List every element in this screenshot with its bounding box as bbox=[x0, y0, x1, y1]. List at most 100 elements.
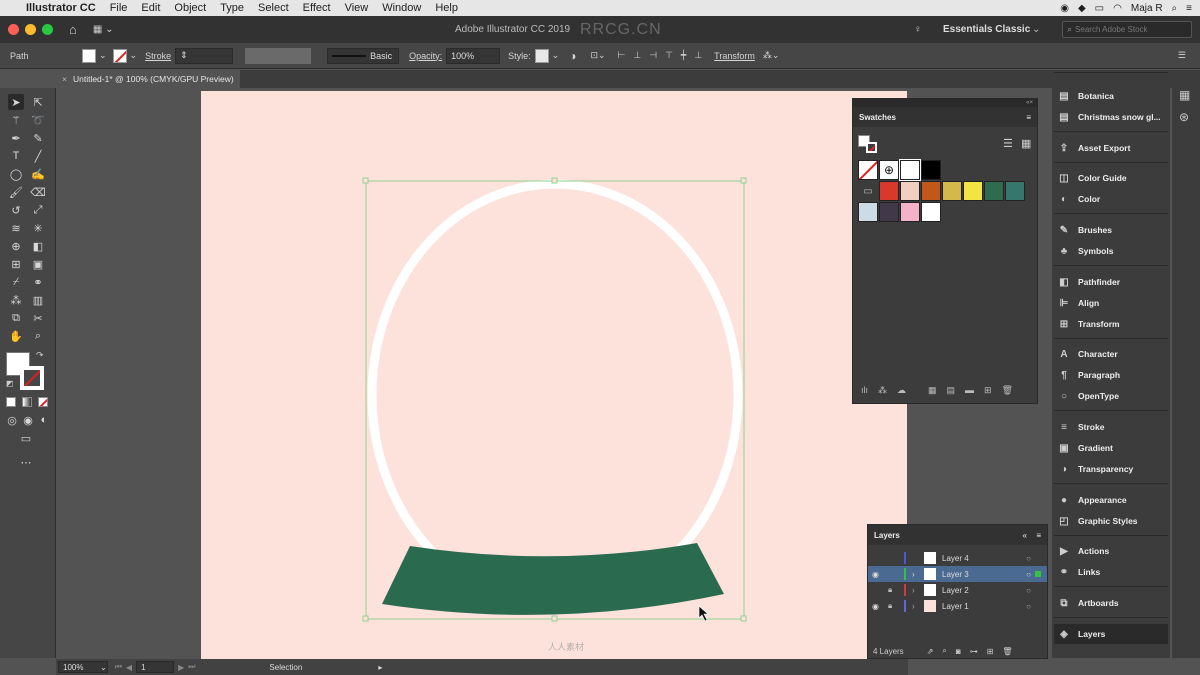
swatch-options-icon[interactable]: ▤ bbox=[947, 385, 956, 396]
first-artboard-icon[interactable]: ⏮ bbox=[115, 662, 122, 672]
layer-row[interactable]: ◉ › Layer 3 ○ bbox=[868, 566, 1047, 582]
layers-menu-icon[interactable]: ≡ bbox=[1036, 531, 1041, 540]
snow-globe-base[interactable] bbox=[382, 543, 724, 615]
grid-view-icon[interactable]: ▦ bbox=[1021, 137, 1031, 150]
show-swatch-kinds-icon[interactable]: ▦ bbox=[928, 385, 937, 396]
lock-icon[interactable]: 🔒︎ bbox=[888, 601, 904, 611]
dock-transparency[interactable]: ◑ Transparency bbox=[1054, 459, 1168, 479]
dock-transform[interactable]: ⊞ Transform bbox=[1054, 314, 1168, 334]
eye-icon[interactable]: ◉ bbox=[872, 602, 888, 611]
dock-artboards[interactable]: ⧉ Artboards bbox=[1054, 593, 1168, 613]
dock-christmas-snow-globe[interactable]: ▤ Christmas snow gl... bbox=[1054, 107, 1168, 127]
eye-icon[interactable]: ◉ bbox=[872, 570, 888, 579]
new-layer-icon[interactable]: ⊞ bbox=[987, 647, 994, 656]
dock-item-label: Actions bbox=[1078, 546, 1110, 556]
new-swatch-icon[interactable]: ⊞ bbox=[984, 385, 992, 396]
clipping-mask-icon[interactable]: ◙ bbox=[956, 647, 961, 656]
swatch-color-9[interactable] bbox=[879, 202, 899, 222]
prev-artboard-icon[interactable]: ◀ bbox=[126, 663, 132, 672]
layer-name[interactable]: Layer 2 bbox=[942, 586, 969, 595]
dock-brushes[interactable]: ✎ Brushes bbox=[1054, 220, 1168, 240]
dock-gradient[interactable]: ▣ Gradient bbox=[1054, 438, 1168, 458]
layers-tab[interactable]: Layers « ≡ bbox=[868, 525, 1047, 545]
swatches-stroke-indicator[interactable] bbox=[866, 142, 877, 153]
layer-name[interactable]: Layer 3 bbox=[942, 570, 969, 579]
dock-actions[interactable]: ▶ Actions bbox=[1054, 541, 1168, 561]
status-menu-icon[interactable]: ▸ bbox=[378, 663, 382, 672]
dock-symbols[interactable]: ♣ Symbols bbox=[1054, 241, 1168, 261]
footer-watermark: 人人素材 bbox=[548, 642, 585, 652]
swatches-tab[interactable]: Swatches ≡ bbox=[853, 107, 1037, 127]
snow-globe-outline[interactable] bbox=[367, 179, 743, 611]
layers-title: Layers bbox=[874, 530, 900, 540]
artboard-number-field[interactable]: 1 bbox=[136, 661, 175, 673]
layer-expand-icon[interactable]: › bbox=[912, 602, 924, 611]
dock-layers[interactable]: ◈ Layers bbox=[1054, 624, 1168, 644]
swatches-panel-grip[interactable]: «× bbox=[853, 99, 1037, 107]
layer-row[interactable]: ◉ 🔒︎ › Layer 1 ○ bbox=[868, 598, 1047, 614]
dock-appearance[interactable]: ● Appearance bbox=[1054, 490, 1168, 510]
swatch-folder-icon[interactable]: ▭ bbox=[858, 181, 878, 201]
target-icon[interactable]: ○ bbox=[1026, 570, 1031, 579]
next-artboard-icon[interactable]: ▶ bbox=[178, 663, 184, 672]
dock-asset-export[interactable]: ⇪ Asset Export bbox=[1054, 138, 1168, 158]
target-icon[interactable]: ○ bbox=[1026, 586, 1031, 595]
swatch-none[interactable] bbox=[858, 160, 878, 180]
swatch-color-5[interactable] bbox=[963, 181, 983, 201]
swatch-registration[interactable]: ⊕ bbox=[879, 160, 899, 180]
swatch-color-3[interactable] bbox=[921, 181, 941, 201]
layer-row[interactable]: 🔒︎ › Layer 2 ○ bbox=[868, 582, 1047, 598]
export-icon[interactable]: ⇗ bbox=[927, 647, 934, 656]
layer-row[interactable]: Layer 4 ○ bbox=[868, 550, 1047, 566]
dock-color-guide[interactable]: ◫ Color Guide bbox=[1054, 168, 1168, 188]
zoom-chevron-icon[interactable]: ⌄ bbox=[100, 663, 107, 672]
swatch-color-4[interactable] bbox=[942, 181, 962, 201]
swatch-color-10[interactable] bbox=[900, 202, 920, 222]
layers-footer: 4 Layers ⇗ ⌕ ◙ ⊶ ⊞ 🗑 bbox=[868, 644, 1047, 658]
layer-color-bar bbox=[904, 600, 906, 612]
new-color-group-icon[interactable]: ▬ bbox=[965, 385, 974, 395]
swatch-kind-icon[interactable]: ⁂ bbox=[878, 385, 887, 396]
dock-graphic-styles[interactable]: ◰ Graphic Styles bbox=[1054, 511, 1168, 531]
dock-align[interactable]: ⊫ Align bbox=[1054, 293, 1168, 313]
list-view-icon[interactable]: ☰ bbox=[1003, 137, 1013, 150]
layer-name[interactable]: Layer 1 bbox=[942, 602, 969, 611]
swatch-black[interactable] bbox=[921, 160, 941, 180]
last-artboard-icon[interactable]: ⏭ bbox=[188, 662, 195, 672]
dock-color[interactable]: ◐ Color bbox=[1054, 189, 1168, 209]
dock-character[interactable]: A Character bbox=[1054, 344, 1168, 364]
dock-stroke[interactable]: ≡ Stroke bbox=[1054, 417, 1168, 437]
layer-name[interactable]: Layer 4 bbox=[942, 554, 969, 563]
dock-pathfinder[interactable]: ◧ Pathfinder bbox=[1054, 272, 1168, 292]
swatch-color-8[interactable] bbox=[858, 202, 878, 222]
layers-collapse-icon[interactable]: « bbox=[1023, 531, 1027, 540]
layer-expand-icon[interactable]: › bbox=[912, 570, 924, 579]
swatches-menu-icon[interactable]: ≡ bbox=[1026, 113, 1031, 122]
open-theme-icon[interactable]: ☁ bbox=[897, 385, 906, 396]
swatch-libraries-icon[interactable]: ılı bbox=[861, 385, 868, 395]
locate-object-icon[interactable]: ⌕ bbox=[942, 646, 946, 656]
current-tool-label[interactable]: Selection bbox=[269, 663, 302, 672]
dock-item-label: Transform bbox=[1078, 319, 1120, 329]
delete-swatch-icon[interactable]: 🗑 bbox=[1002, 385, 1013, 396]
target-icon[interactable]: ○ bbox=[1026, 602, 1031, 611]
lock-icon[interactable]: 🔒︎ bbox=[888, 585, 904, 595]
target-icon[interactable]: ○ bbox=[1026, 554, 1031, 563]
creative-cloud-icon[interactable]: ⊛ bbox=[1179, 110, 1189, 124]
swatch-white[interactable] bbox=[899, 159, 921, 181]
new-sublayer-icon[interactable]: ⊶ bbox=[970, 647, 978, 656]
selection-indicator[interactable] bbox=[1035, 571, 1041, 577]
dock-links[interactable]: ⚭ Links bbox=[1054, 562, 1168, 582]
dock-opentype[interactable]: ○ OpenType bbox=[1054, 386, 1168, 406]
libraries-icon[interactable]: ▦ bbox=[1179, 88, 1190, 102]
layer-thumbnail bbox=[924, 584, 936, 596]
dock-paragraph[interactable]: ¶ Paragraph bbox=[1054, 365, 1168, 385]
layer-expand-icon[interactable]: › bbox=[912, 586, 924, 595]
swatch-color-2[interactable] bbox=[900, 181, 920, 201]
swatch-color-7[interactable] bbox=[1005, 181, 1025, 201]
dock-botanica[interactable]: ▤ Botanica bbox=[1054, 86, 1168, 106]
delete-layer-icon[interactable]: 🗑 bbox=[1002, 647, 1012, 656]
swatch-color-11[interactable] bbox=[921, 202, 941, 222]
swatch-color-6[interactable] bbox=[984, 181, 1004, 201]
swatch-color-1[interactable] bbox=[879, 181, 899, 201]
